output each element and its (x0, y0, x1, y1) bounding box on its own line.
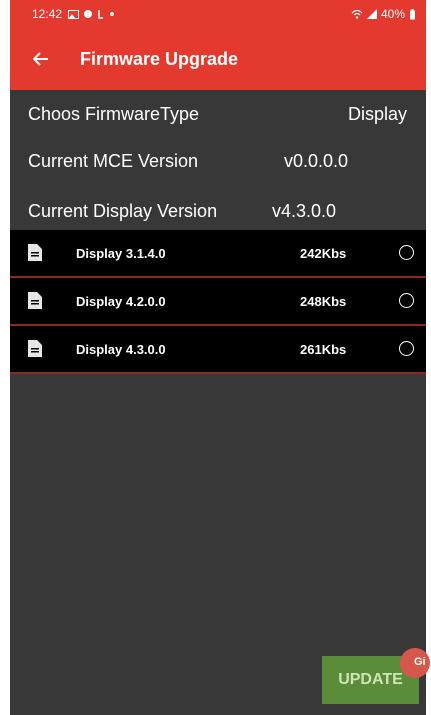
gallery-icon (68, 9, 80, 19)
status-notification-icons (68, 9, 115, 19)
list-item[interactable]: Display 4.2.0.0 248Kbs (10, 278, 426, 326)
list-item[interactable]: Display 4.3.0.0 261Kbs (10, 326, 426, 374)
page-title: Firmware Upgrade (80, 48, 239, 69)
arrow-left-icon (33, 52, 48, 66)
document-icon (28, 340, 42, 357)
mce-version-label: Current MCE Version (28, 150, 199, 171)
firmware-list: Display 3.1.4.0 242Kbs Display 4.2.0.0 2… (10, 230, 426, 374)
location-icon (84, 10, 93, 18)
status-time: 12:42 (32, 7, 63, 21)
wifi-icon (351, 9, 363, 19)
display-version-value: v4.3.0.0 (272, 200, 337, 221)
firmware-radio[interactable] (399, 341, 414, 356)
battery-percent: 40% (380, 7, 405, 21)
firmware-size: 242Kbs (300, 245, 347, 261)
phone-screen: 12:42 40% Firmware Upgrade Choos Firmwar… (10, 0, 426, 715)
app-bar: Firmware Upgrade (10, 28, 426, 90)
status-right: 40% (351, 7, 416, 21)
status-bar: 12:42 40% (10, 0, 426, 28)
back-button[interactable] (30, 48, 52, 70)
firmware-type-value[interactable]: Display (348, 104, 407, 125)
firmware-type-label: Choos FirmwareType (28, 103, 200, 124)
display-version-label: Current Display Version (28, 200, 218, 221)
floating-bubble-label: Gi (414, 656, 426, 668)
document-icon (28, 244, 42, 261)
firmware-size: 248Kbs (300, 293, 347, 309)
dot-icon (110, 12, 115, 16)
mce-version-value: v0.0.0.0 (284, 150, 349, 171)
display-version-row: Current Display Version v4.3.0.0 (10, 189, 426, 233)
firmware-radio[interactable] (399, 293, 414, 308)
battery-icon (410, 8, 415, 19)
firmware-type-row[interactable]: Choos FirmwareType Display (10, 92, 426, 136)
firmware-radio[interactable] (399, 245, 414, 260)
mce-version-row: Current MCE Version v0.0.0.0 (10, 139, 426, 183)
signal-icon (366, 9, 377, 19)
firmware-name: Display 4.3.0.0 (76, 341, 166, 357)
firmware-name: Display 4.2.0.0 (76, 293, 166, 309)
firmware-size: 261Kbs (300, 341, 347, 357)
call-icon (98, 10, 104, 19)
document-icon (28, 292, 42, 309)
firmware-name: Display 3.1.4.0 (76, 245, 166, 261)
list-item[interactable]: Display 3.1.4.0 242Kbs (10, 230, 426, 278)
